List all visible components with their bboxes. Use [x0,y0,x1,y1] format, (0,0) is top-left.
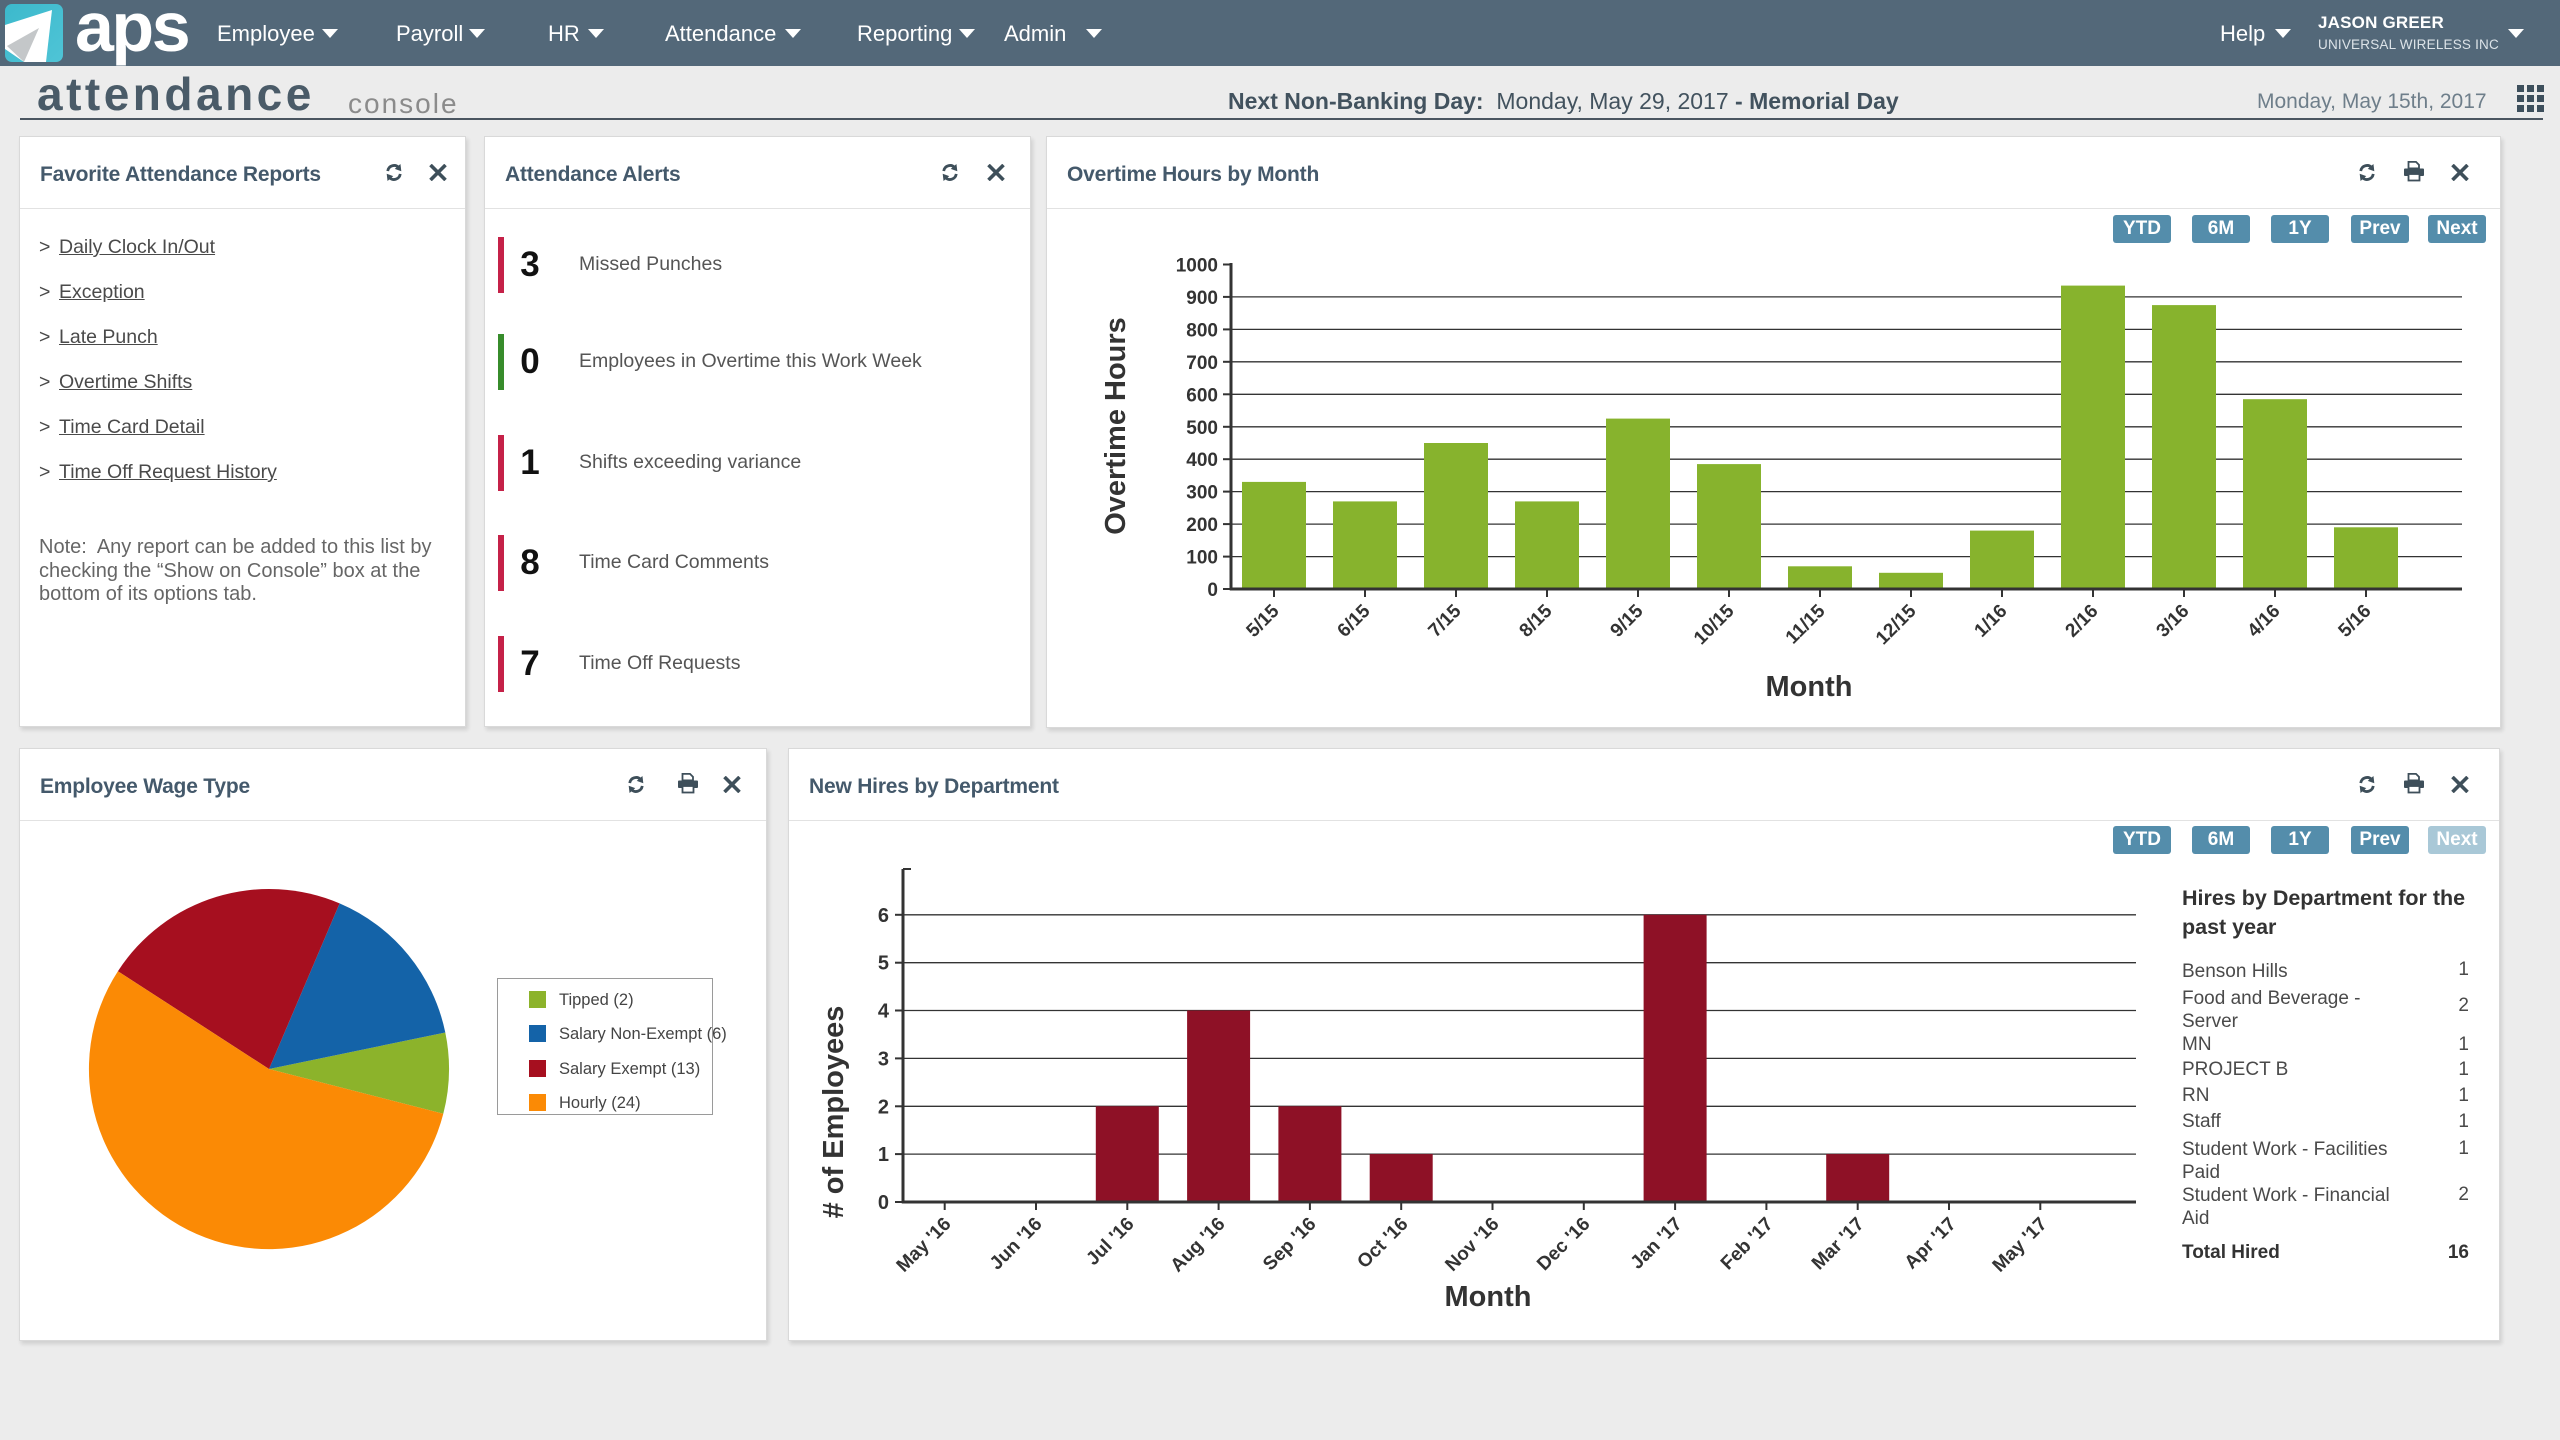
svg-text:Month: Month [1766,671,1853,703]
svg-text:Nov '16: Nov '16 [1441,1214,1503,1276]
svg-text:Aug '16: Aug '16 [1167,1214,1230,1277]
svg-text:Dec '16: Dec '16 [1533,1214,1594,1275]
svg-text:500: 500 [1186,418,1218,439]
svg-text:8/15: 8/15 [1516,600,1557,641]
svg-text:300: 300 [1186,483,1218,504]
svg-text:6/15: 6/15 [1334,600,1375,641]
svg-text:Jun '16: Jun '16 [986,1214,1047,1275]
svg-text:1/16: 1/16 [1971,601,2012,642]
svg-text:3: 3 [878,1048,889,1070]
svg-text:Jul '16: Jul '16 [1082,1214,1138,1270]
svg-text:700: 700 [1186,353,1218,374]
svg-text:400: 400 [1186,450,1218,471]
svg-text:7/15: 7/15 [1425,600,1466,641]
svg-text:9/15: 9/15 [1607,600,1648,641]
svg-text:800: 800 [1186,320,1218,341]
svg-text:Feb '17: Feb '17 [1717,1214,1778,1275]
svg-text:4: 4 [878,1001,890,1023]
svg-text:600: 600 [1186,385,1218,406]
svg-text:2/16: 2/16 [2062,601,2103,642]
svg-text:5: 5 [878,953,889,975]
svg-text:10/15: 10/15 [1690,600,1739,649]
svg-text:Apr '17: Apr '17 [1901,1214,1961,1274]
svg-text:12/15: 12/15 [1872,600,1921,649]
svg-text:4/16: 4/16 [2244,601,2285,642]
svg-text:1000: 1000 [1176,256,1218,277]
svg-text:0: 0 [1207,580,1218,601]
svg-text:5/15: 5/15 [1243,600,1284,641]
svg-text:5/16: 5/16 [2335,601,2376,642]
svg-text:0: 0 [878,1192,889,1214]
svg-text:200: 200 [1186,515,1218,536]
svg-text:Mar '17: Mar '17 [1808,1214,1869,1275]
svg-text:Oct '16: Oct '16 [1353,1214,1412,1273]
svg-text:May '17: May '17 [1989,1214,2052,1277]
svg-text:# of Employees: # of Employees [818,1006,850,1219]
svg-text:Jan '17: Jan '17 [1627,1214,1687,1274]
svg-text:100: 100 [1186,548,1218,569]
svg-text:2: 2 [878,1096,889,1118]
svg-text:Month: Month [1445,1281,1532,1313]
svg-text:Overtime Hours: Overtime Hours [1100,317,1132,535]
svg-text:Sep '16: Sep '16 [1259,1214,1320,1275]
svg-text:900: 900 [1186,288,1218,309]
svg-text:1: 1 [878,1144,889,1166]
svg-text:11/15: 11/15 [1782,600,1830,648]
svg-text:3/16: 3/16 [2153,601,2194,642]
svg-text:6: 6 [878,905,889,927]
svg-text:May '16: May '16 [893,1214,956,1277]
